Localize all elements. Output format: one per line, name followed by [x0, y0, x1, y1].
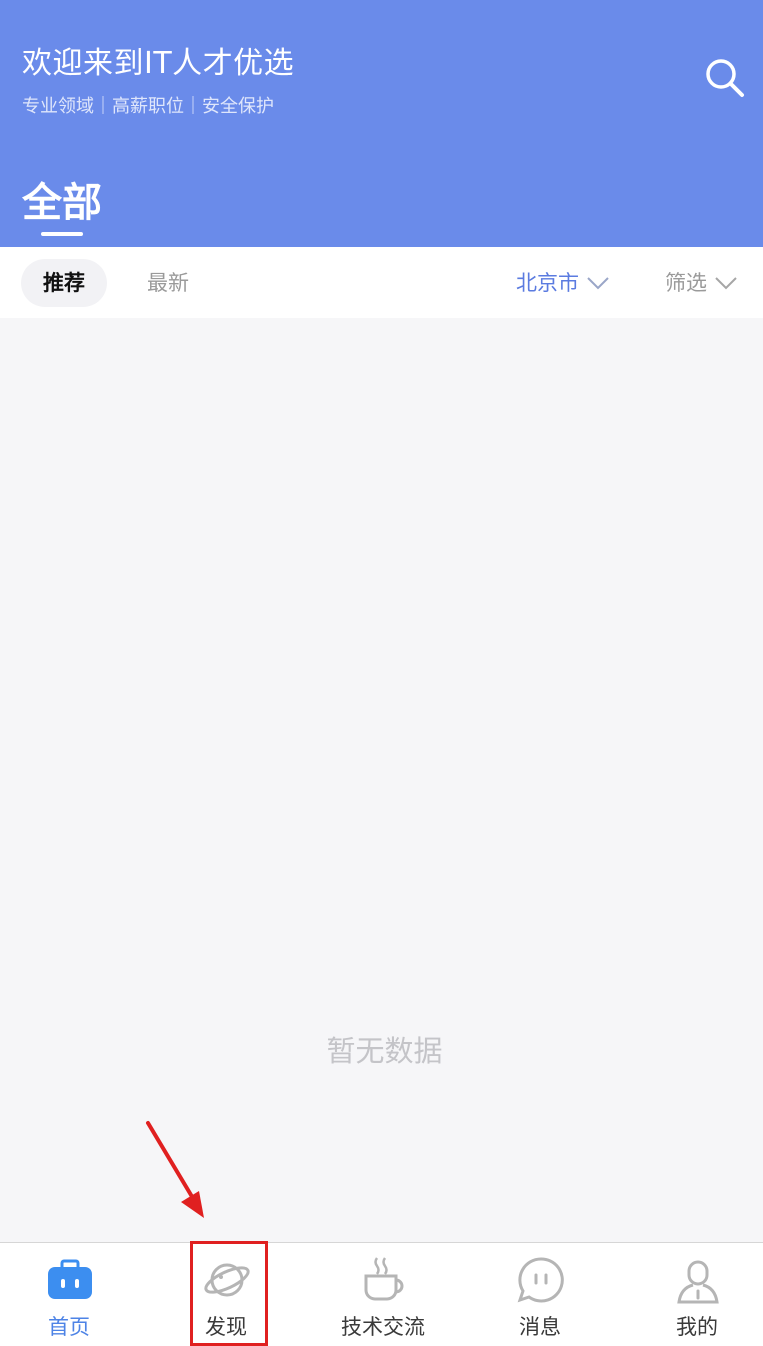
- tab-home[interactable]: 首页: [4, 1243, 134, 1346]
- tab-tech-talk[interactable]: 技术交流: [318, 1243, 448, 1346]
- sort-tab-recommended[interactable]: 推荐: [21, 259, 107, 307]
- welcome-title: 欢迎来到IT人才优选: [22, 46, 295, 81]
- tab-profile[interactable]: 我的: [632, 1243, 762, 1346]
- tab-tech-talk-label: 技术交流: [341, 1315, 425, 1339]
- chevron-down-icon: [587, 277, 609, 290]
- briefcase-icon: [48, 1259, 92, 1299]
- welcome-subtitle: 专业领域｜高薪职位｜安全保护: [22, 96, 274, 117]
- filter-bar: 推荐 最新 北京市 筛选: [0, 247, 763, 318]
- annotation-highlight-box: [190, 1241, 268, 1346]
- category-tab-indicator: [41, 232, 83, 236]
- filter-dropdown[interactable]: 筛选: [665, 259, 737, 307]
- tab-messages[interactable]: 消息: [475, 1243, 605, 1346]
- annotation-arrow: [146, 1121, 204, 1218]
- tab-messages-label: 消息: [519, 1315, 561, 1339]
- empty-state-text: 暂无数据: [326, 1034, 443, 1068]
- city-dropdown-label: 北京市: [516, 271, 579, 295]
- user-icon: [677, 1260, 719, 1304]
- sort-tab-latest[interactable]: 最新: [147, 259, 189, 307]
- city-dropdown[interactable]: 北京市: [516, 259, 609, 307]
- bottom-tab-bar: 首页 发现 技术交流 消息 我的: [0, 1242, 763, 1346]
- chat-bubble-icon: [517, 1257, 564, 1303]
- coffee-cup-icon: [364, 1257, 404, 1301]
- app-header: 欢迎来到IT人才优选 专业领域｜高薪职位｜安全保护 全部: [0, 0, 763, 247]
- category-tab-all[interactable]: 全部: [22, 170, 102, 228]
- tab-home-label: 首页: [48, 1315, 90, 1339]
- filter-dropdown-label: 筛选: [665, 271, 707, 295]
- chevron-down-icon: [715, 277, 737, 290]
- search-icon[interactable]: [703, 56, 747, 100]
- tab-profile-label: 我的: [676, 1315, 718, 1339]
